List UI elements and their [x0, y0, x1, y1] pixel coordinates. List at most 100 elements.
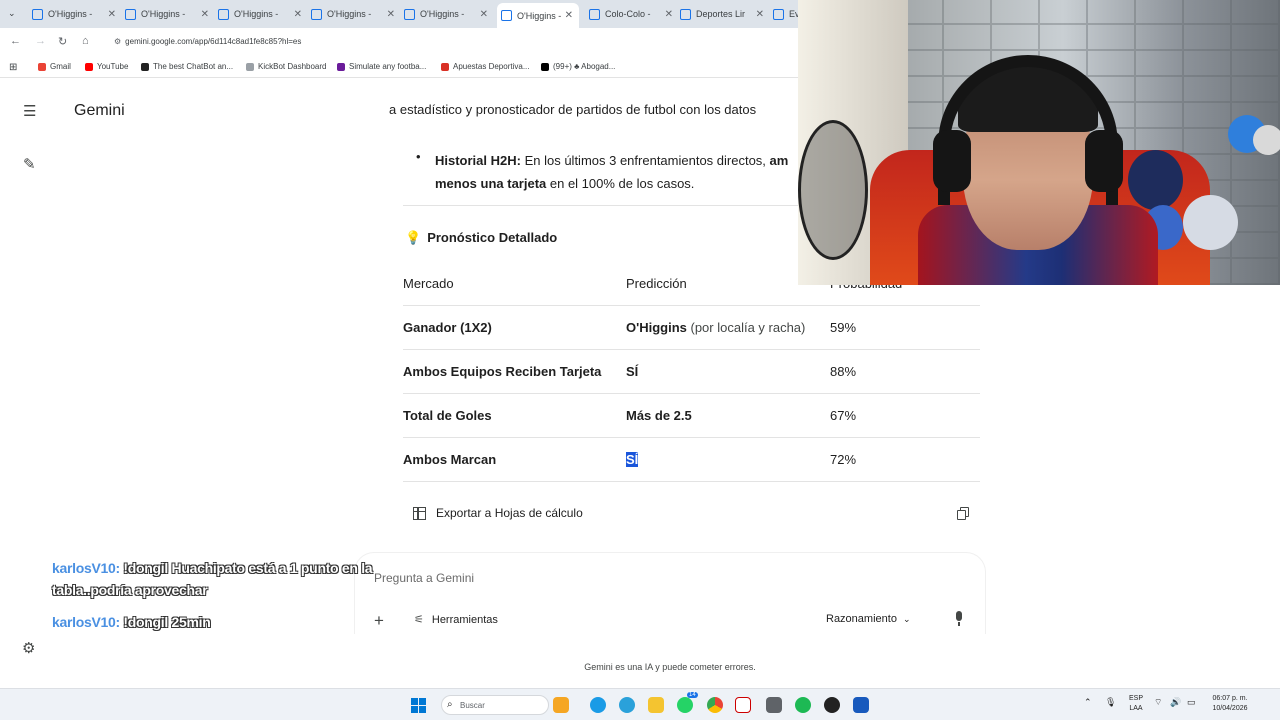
copy-icon-back	[957, 510, 966, 520]
browser-tab[interactable]: O'Higgins - ✕	[125, 4, 215, 24]
show-hidden-icons-chevron-icon[interactable]: ⌃	[1084, 697, 1092, 708]
tiktok-icon	[541, 62, 549, 71]
bookmark-label: The best ChatBot an...	[153, 62, 234, 71]
table-row: Ambos Marcan SÍ 72%	[403, 438, 980, 482]
gemini-tab-icon	[218, 8, 229, 20]
typing-app-icon[interactable]	[735, 697, 751, 713]
close-icon[interactable]: ✕	[294, 9, 302, 20]
close-icon[interactable]: ✕	[108, 9, 116, 20]
telegram-icon[interactable]	[619, 697, 635, 713]
url-field[interactable]: ⚙ gemini.google.com/app/6d114c8ad1fe8c85?…	[114, 37, 301, 46]
headset-earcup	[1085, 130, 1123, 192]
tab-title: Deportes Lir	[696, 9, 746, 19]
battery-icon[interactable]: ▭	[1187, 697, 1196, 708]
browser-tab-active[interactable]: O'Higgins - ✕	[497, 3, 579, 28]
market-cell: Ambos Equipos Reciben Tarjeta	[403, 364, 602, 379]
microphone-tray-icon[interactable]: 🎙	[1105, 697, 1116, 708]
obs-icon[interactable]	[824, 697, 840, 713]
tab-title: O'Higgins -	[141, 9, 186, 19]
reload-icon[interactable]: ↻	[58, 35, 67, 48]
word-icon[interactable]	[853, 697, 869, 713]
close-icon[interactable]: ✕	[480, 9, 488, 20]
browser-tab[interactable]: O'Higgins - ✕	[218, 4, 308, 24]
settings-gear-icon[interactable]: ⚙	[22, 639, 35, 657]
spotify-icon[interactable]	[795, 697, 811, 713]
system-clock[interactable]: 06:07 p. m. 10/04/2026	[1204, 694, 1256, 714]
close-icon[interactable]: ✕	[665, 9, 673, 20]
prediction-cell: Más de 2.5	[626, 408, 692, 423]
section-divider	[403, 205, 798, 206]
chat-text: !dongil Huachipato está a 1 punto en la	[119, 560, 373, 576]
new-chat-icon[interactable]: ✎	[23, 155, 36, 173]
tab-search-chevron-icon[interactable]: ⌄	[8, 8, 16, 19]
browser-tab[interactable]: Colo-Colo - ✕	[589, 4, 679, 24]
bookmark-chatbot[interactable]: The best ChatBot an...	[141, 62, 233, 71]
bookmark-label: (99+) ♣ Abogad...	[553, 62, 616, 71]
site-info-icon[interactable]: ⚙	[114, 37, 121, 46]
chat-message: karlosV10: !dongil Huachipato está a 1 p…	[52, 557, 373, 601]
browser-tab[interactable]: Deportes Lir ✕	[680, 4, 770, 24]
microphone-icon	[956, 611, 962, 621]
taskbar-search[interactable]: ⌕ Buscar	[441, 695, 549, 715]
close-icon[interactable]: ✕	[201, 9, 209, 20]
prediction-note: (por localía y racha)	[686, 320, 806, 335]
headset-earcup	[933, 130, 971, 192]
volume-icon[interactable]: 🔊	[1170, 697, 1181, 708]
tab-title: Eve	[789, 9, 798, 19]
close-icon[interactable]: ✕	[387, 9, 395, 20]
browser-tab[interactable]: O'Higgins - ✕	[32, 4, 122, 24]
tab-title: Colo-Colo -	[605, 9, 651, 19]
bookmark-gmail[interactable]: Gmail	[38, 62, 71, 71]
bookmark-youtube[interactable]: YouTube	[85, 62, 128, 71]
tools-button[interactable]: ⚟ Herramientas	[414, 613, 498, 627]
gmail-icon	[38, 62, 46, 71]
menu-icon[interactable]: ☰	[23, 102, 36, 120]
search-icon: ⌕	[447, 699, 453, 710]
bookmark-label: Gmail	[50, 62, 71, 71]
prediction-cell: SÍ	[626, 364, 639, 379]
browser-tab[interactable]: O'Higgins - ✕	[311, 4, 401, 24]
apps-grid-icon[interactable]: ⊞	[9, 62, 17, 73]
table-row: Total de Goles Más de 2.5 67%	[403, 394, 980, 438]
bookmark-label: Apuestas Deportiva...	[453, 62, 530, 71]
back-arrow-icon[interactable]: ←	[10, 35, 21, 47]
browser-tab[interactable]: O'Higgins - ✕	[404, 4, 494, 24]
home-icon[interactable]: ⌂	[82, 35, 89, 47]
file-explorer-icon[interactable]	[648, 697, 664, 713]
bookmark-label: KickBot Dashboard	[258, 62, 327, 71]
wifi-icon[interactable]: ⌔	[1154, 697, 1162, 708]
language-indicator[interactable]: ESP LAA	[1126, 694, 1146, 714]
close-icon[interactable]: ✕	[565, 10, 573, 21]
close-icon[interactable]: ✕	[756, 9, 764, 20]
add-attachment-plus-icon[interactable]: +	[374, 611, 384, 631]
calculator-icon[interactable]	[766, 697, 782, 713]
tools-label: Herramientas	[431, 613, 498, 626]
chat-message: karlosV10: !dongil 25min	[52, 611, 211, 633]
copy-table-button[interactable]	[957, 507, 969, 520]
whatsapp-icon[interactable]	[677, 697, 693, 713]
export-to-sheets-button[interactable]: Exportar a Hojas de cálculo	[413, 506, 583, 520]
bookmark-kickbot[interactable]: KickBot Dashboard	[246, 62, 326, 71]
disclaimer-text: Gemini es una IA y puede cometer errores…	[584, 662, 756, 672]
microphone-button[interactable]	[953, 611, 965, 627]
clock-time: 06:07 p. m.	[1212, 695, 1248, 702]
edge-icon[interactable]	[590, 697, 606, 713]
prompt-input[interactable]: Pregunta a Gemini	[374, 571, 474, 585]
game-app-icon[interactable]	[553, 697, 569, 713]
h2h-line2-bold: menos una tarjeta	[435, 176, 547, 191]
gemini-tab-icon	[404, 8, 415, 20]
forward-arrow-icon[interactable]: →	[35, 35, 46, 47]
model-mode-dropdown[interactable]: Razonamiento ⌄	[826, 613, 910, 625]
windows-start-icon[interactable]	[411, 698, 426, 713]
tab-title: O'Higgins -	[517, 10, 562, 21]
browser-tab[interactable]: Eve	[773, 4, 798, 24]
bookmark-simulate[interactable]: Simulate any footba...	[337, 62, 426, 71]
tab-title: O'Higgins -	[420, 9, 465, 19]
forecast-table: Mercado Predicción Probabilidad Ganador …	[403, 262, 980, 482]
tab-title: O'Higgins -	[234, 9, 279, 19]
bookmark-tiktok[interactable]: (99+) ♣ Abogad...	[541, 62, 615, 71]
balloon	[1253, 125, 1280, 155]
gemini-tab-icon	[680, 8, 691, 20]
chrome-icon[interactable]	[707, 697, 723, 713]
bookmark-apuestas[interactable]: Apuestas Deportiva...	[441, 62, 529, 71]
